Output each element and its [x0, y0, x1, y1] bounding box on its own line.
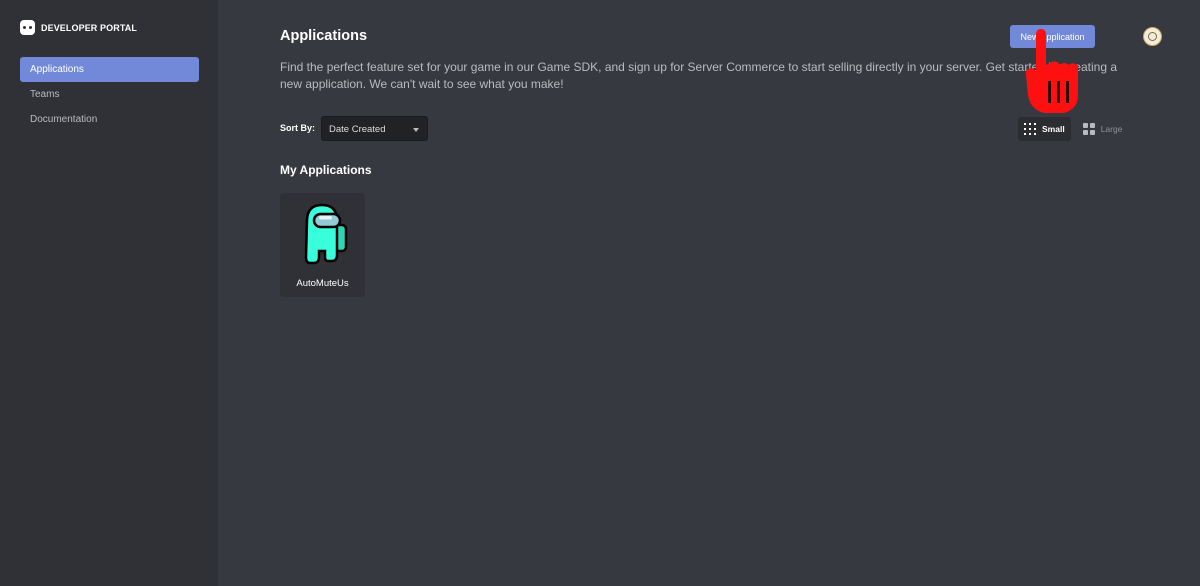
- application-card[interactable]: AutoMuteUs: [280, 193, 365, 297]
- sidebar-item-teams[interactable]: Teams: [20, 82, 199, 107]
- sidebar: DEVELOPER PORTAL Applications Teams Docu…: [0, 0, 218, 586]
- sidebar-item-documentation[interactable]: Documentation: [20, 107, 199, 132]
- section-title: My Applications: [280, 163, 372, 177]
- crewmate-icon: [304, 203, 348, 265]
- sort-by-select[interactable]: Date Created: [321, 116, 428, 141]
- page-description: Find the perfect feature set for your ga…: [280, 60, 1118, 91]
- view-small-label: Small: [1042, 124, 1065, 134]
- sort-by-label: Sort By:: [280, 123, 316, 133]
- chevron-down-icon: [413, 128, 419, 132]
- view-small-button[interactable]: Small: [1018, 117, 1071, 141]
- avatar-emblem-icon: [1148, 32, 1157, 41]
- brand[interactable]: DEVELOPER PORTAL: [20, 20, 137, 35]
- grid-large-icon: [1082, 123, 1095, 135]
- avatar[interactable]: [1143, 27, 1162, 46]
- view-large-button[interactable]: Large: [1077, 117, 1129, 141]
- grid-small-icon: [1024, 123, 1036, 135]
- page-title: Applications: [280, 28, 368, 44]
- application-name: AutoMuteUs: [296, 278, 349, 289]
- sidebar-nav: Applications Teams Documentation: [20, 57, 199, 132]
- pointer-hand-icon: [1025, 29, 1078, 113]
- view-large-label: Large: [1100, 124, 1123, 134]
- view-toggle: Small Large: [1018, 117, 1134, 141]
- sidebar-item-applications[interactable]: Applications: [20, 57, 199, 82]
- brand-title: DEVELOPER PORTAL: [41, 22, 137, 33]
- discord-logo-icon: [20, 20, 35, 35]
- sort-by-value: Date Created: [329, 124, 386, 135]
